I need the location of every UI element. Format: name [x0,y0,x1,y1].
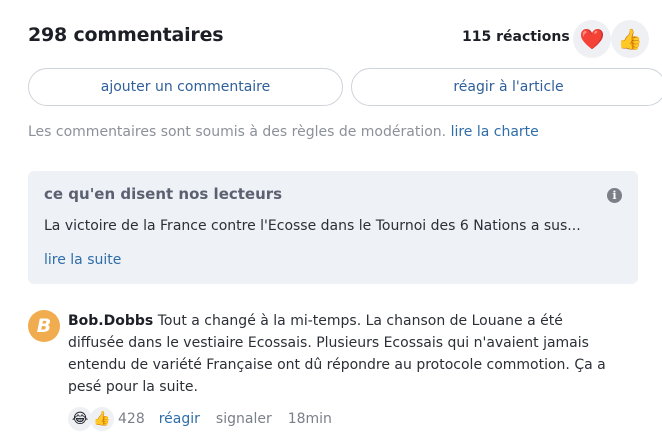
comments-title: 298 commentaires [28,24,224,46]
reply-link[interactable]: réagir [159,411,200,427]
comments-header: 298 commentaires 115 réactions ❤️ 👍 [28,20,662,58]
comment-author[interactable]: Bob.Dobbs [68,313,153,329]
readers-summary-excerpt: La victoire de la France contre l'Ecosse… [44,218,581,234]
readers-summary-panel: ce qu'en disent nos lecteurs i La victoi… [28,171,638,284]
info-icon[interactable]: i [607,188,622,203]
comment-body: Bob.Dobbs Tout a changé à la mi-temps. L… [68,310,613,398]
react-article-button[interactable]: réagir à l'article [351,68,662,106]
add-comment-button[interactable]: ajouter un commentaire [28,68,343,106]
moderation-text: Les commentaires sont soumis à des règle… [28,124,447,140]
moderation-notice: Les commentaires sont soumis à des règle… [28,124,539,140]
thumbs-up-reaction-icon[interactable]: 👍 [90,407,114,431]
thumbs-up-reaction-icon[interactable]: 👍 [611,20,649,58]
readers-summary-title: ce qu'en disent nos lecteurs [44,185,283,203]
comment-actions: ajouter un commentaire réagir à l'articl… [28,68,662,106]
avatar[interactable]: B [28,310,60,342]
comment-timestamp: 18min [287,411,332,427]
charter-link[interactable]: lire la charte [451,124,539,140]
report-link[interactable]: signaler [216,411,272,427]
heart-reaction-icon[interactable]: ❤️ [573,20,611,58]
laughing-reaction-icon[interactable]: 😂 [68,407,92,431]
read-more-link[interactable]: lire la suite [44,252,121,268]
comment-reaction-count: 428 [118,411,145,427]
reactions-count[interactable]: 115 réactions [462,29,570,45]
comment-footer: 😂 👍 428 réagir signaler 18min [68,406,332,432]
comments-section: 298 commentaires 115 réactions ❤️ 👍 ajou… [0,0,662,435]
